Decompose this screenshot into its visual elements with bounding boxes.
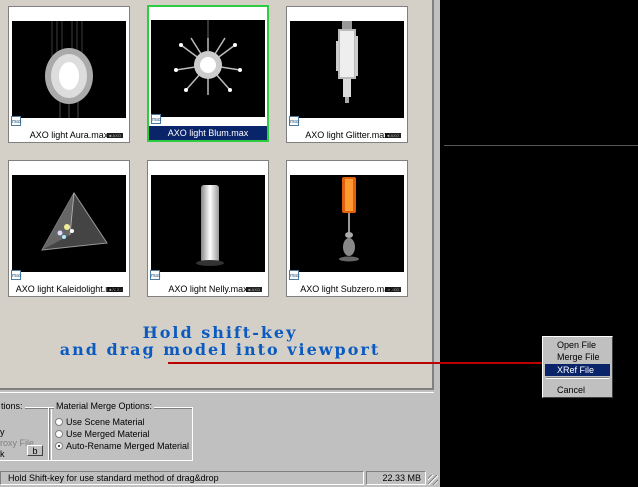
radio-button-icon[interactable]	[55, 430, 63, 438]
max-file-icon: max	[151, 114, 161, 124]
max-file-icon: max	[11, 116, 21, 126]
thumbnail-caption: AXO light Blum.max	[149, 126, 267, 140]
left-options-group: tions:	[0, 401, 52, 461]
thumbnail-tile-aura[interactable]: max ■ AXO AXO light Aura.max	[8, 6, 130, 143]
radio-label: Use Merged Material	[66, 429, 150, 439]
left-option-3: k	[0, 449, 5, 459]
thumbnail-caption: AXO light Nelly.max	[168, 284, 248, 294]
thumbnail-tile-subzero[interactable]: max ■ AXO AXO light Subzero.max	[286, 160, 408, 297]
status-message: Hold Shift-key for use standard method o…	[0, 471, 364, 485]
material-merge-legend: Material Merge Options:	[54, 401, 155, 411]
thumbnail-tile-glitter[interactable]: max ■ AXO AXO light Glitter.max	[286, 6, 408, 143]
thumbnail-image-subzero	[290, 175, 404, 272]
viewport-divider-top	[444, 145, 638, 146]
left-option-1: y	[0, 427, 5, 437]
menu-item-merge-file[interactable]: Merge File	[545, 351, 610, 363]
max-file-icon: max	[11, 270, 21, 280]
thumbnail-caption: AXO light Subzero.max	[300, 284, 394, 294]
menu-item-cancel[interactable]: Cancel	[545, 384, 610, 396]
radio-use-scene-material[interactable]: Use Scene Material	[55, 417, 145, 427]
drag-hint-line2: and drag model into viewport	[59, 340, 381, 359]
thumbnail-tile-kaleidolight[interactable]: max ■ AXO AXO light Kaleidolight.max	[8, 160, 130, 297]
thumbnail-grid: max ■ AXO AXO light Aura.max max AXO lig…	[0, 0, 434, 390]
radio-button-checked-icon[interactable]	[55, 442, 63, 450]
drop-context-menu: Open File Merge File XRef File Cancel	[542, 336, 613, 398]
merge-options-area: tions: y roxy File k Material Merge Opti…	[0, 392, 434, 467]
hint-underline	[168, 362, 352, 364]
thumbnail-image-glitter	[290, 21, 404, 118]
material-merge-options-group: Material Merge Options: Use Scene Materi…	[48, 401, 193, 461]
radio-auto-rename-merged-material[interactable]: Auto-Rename Merged Material	[55, 441, 189, 451]
radio-use-merged-material[interactable]: Use Merged Material	[55, 429, 150, 439]
left-options-legend: tions:	[0, 401, 25, 411]
menu-item-xref-file[interactable]: XRef File	[545, 364, 610, 376]
max-file-icon: max	[289, 116, 299, 126]
thumbnail-image-blum	[151, 20, 265, 117]
drag-line	[352, 362, 542, 364]
b-button[interactable]: b	[27, 445, 43, 456]
thumbnail-tile-blum[interactable]: max ■ AXO AXO light Blum.max	[147, 5, 269, 142]
resize-grip-icon[interactable]	[428, 475, 438, 485]
thumbnail-image-aura	[12, 21, 126, 118]
radio-button-icon[interactable]	[55, 418, 63, 426]
thumbnail-image-kaleidolight	[12, 175, 126, 272]
thumbnail-image-nelly	[151, 175, 265, 272]
thumbnail-caption: AXO light Aura.max	[29, 130, 109, 140]
max-file-icon: max	[289, 270, 299, 280]
thumbnail-caption: AXO light Glitter.max	[305, 130, 389, 140]
thumbnail-tile-nelly[interactable]: max ■ AXO AXO light Nelly.max	[147, 160, 269, 297]
status-memory: 22.33 MB	[366, 471, 426, 485]
asset-browser-panel: max ■ AXO AXO light Aura.max max AXO lig…	[0, 0, 440, 487]
max-file-icon: max	[150, 270, 160, 280]
menu-separator	[546, 377, 609, 379]
radio-label: Use Scene Material	[66, 417, 145, 427]
status-bar: Hold Shift-key for use standard method o…	[0, 469, 440, 487]
thumbnail-caption: AXO light Kaleidolight.max	[15, 284, 123, 294]
radio-label: Auto-Rename Merged Material	[66, 441, 190, 451]
menu-item-open-file[interactable]: Open File	[545, 339, 610, 351]
